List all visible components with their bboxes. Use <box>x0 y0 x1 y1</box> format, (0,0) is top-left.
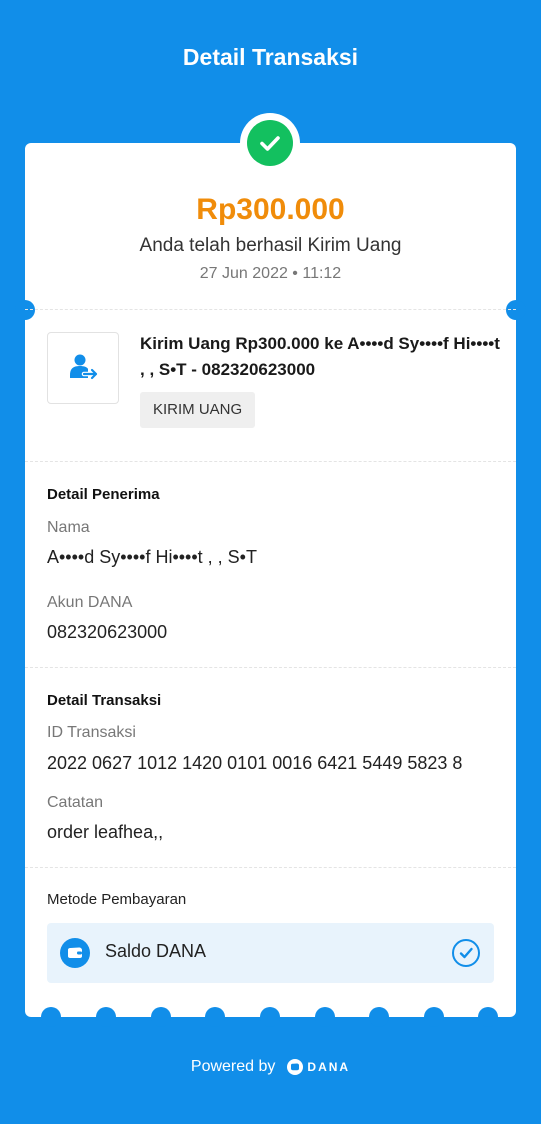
transaction-amount: Rp300.000 <box>196 193 345 226</box>
card-scallop <box>151 1007 171 1027</box>
recipient-account-label: Akun DANA <box>47 594 133 611</box>
payment-method-option[interactable]: Saldo DANA <box>47 923 494 983</box>
divider <box>25 309 516 310</box>
transaction-datetime: 27 Jun 2022 • 11:12 <box>199 265 342 282</box>
dana-logo: DANA <box>287 1059 350 1075</box>
card-scallop <box>478 1007 498 1027</box>
transaction-type-badge: KIRIM UANG <box>140 392 256 428</box>
page-title: Detail Transaksi <box>182 44 359 70</box>
success-badge <box>240 113 300 173</box>
transaction-card: Rp300.000 Anda telah berhasil Kirim Uang… <box>15 143 526 1027</box>
card-notch-right <box>506 300 526 320</box>
recipient-name-label: Nama <box>47 519 90 536</box>
transaction-id-value: 2022 0627 1012 1420 0101 0016 6421 5449 … <box>47 753 463 773</box>
wallet-icon <box>60 938 90 968</box>
success-check-icon <box>247 120 293 166</box>
divider <box>25 867 516 868</box>
card-scallop <box>369 1007 389 1027</box>
details-section-title: Detail Transaksi <box>47 692 162 709</box>
card-scallop <box>424 1007 444 1027</box>
recipient-name-value: A••••d Sy••••f Hi••••t , , S•T <box>47 547 257 567</box>
recipient-account-value: 082320623000 <box>47 622 168 642</box>
transaction-description: Kirim Uang Rp300.000 ke A••••d Sy••••f H… <box>140 334 500 379</box>
card-notch-left <box>15 300 35 320</box>
footer: Powered by DANA <box>0 1058 541 1076</box>
payment-method-name: Saldo DANA <box>105 941 207 961</box>
transaction-id-label: ID Transaksi <box>47 724 136 741</box>
card-scallop <box>260 1007 280 1027</box>
status-message: Anda telah berhasil Kirim Uang <box>139 235 402 256</box>
payment-method-label: Metode Pembayaran <box>47 891 187 908</box>
note-value: order leafhea,, <box>47 822 164 842</box>
send-money-icon <box>47 332 119 404</box>
divider <box>25 461 516 462</box>
card-scallop <box>315 1007 335 1027</box>
dana-brand-text: DANA <box>307 1060 351 1074</box>
check-circle-icon <box>452 939 480 967</box>
card-scallop <box>205 1007 225 1027</box>
recipient-section-title: Detail Penerima <box>47 486 160 503</box>
dana-logo-icon <box>287 1059 304 1075</box>
divider <box>25 667 516 668</box>
note-label: Catatan <box>47 794 104 811</box>
powered-by-text: Powered by <box>190 1058 276 1075</box>
card-scallop <box>41 1007 61 1027</box>
card-scallop <box>96 1007 116 1027</box>
